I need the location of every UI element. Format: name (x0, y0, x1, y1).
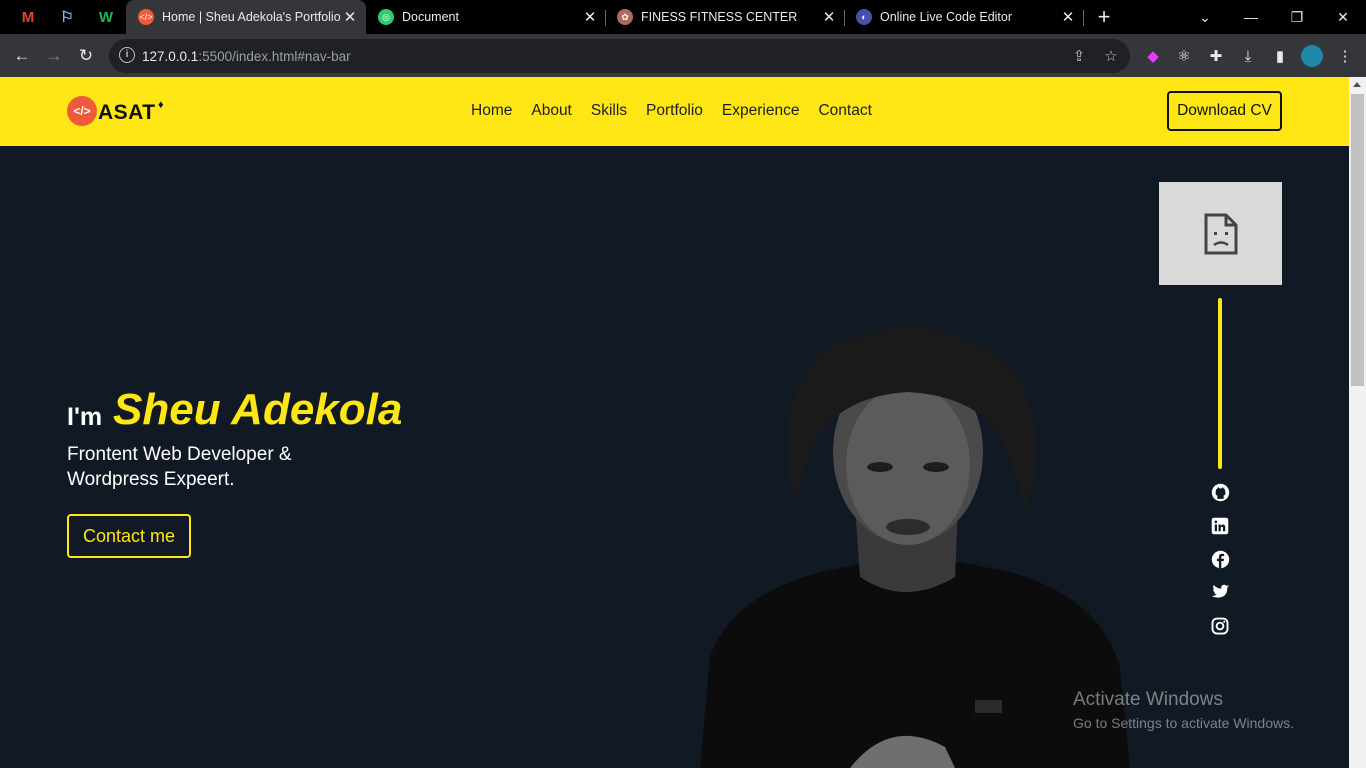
nav-link-contact[interactable]: Contact (818, 102, 871, 120)
twitter-icon[interactable] (1210, 582, 1230, 602)
tab-search-icon[interactable]: ⌄ (1182, 0, 1228, 34)
hero-subtitle: Frontent Web Developer & Wordpress Expee… (67, 444, 292, 490)
watermark-line2: Go to Settings to activate Windows. (1073, 715, 1294, 731)
close-tab-icon[interactable]: ✕ (819, 8, 839, 26)
broken-image-icon (1159, 182, 1282, 285)
tab-title: Document (402, 10, 459, 24)
tab-title: Home | Sheu Adekola's Portfolio (162, 10, 340, 24)
url-host: 127.0.0.1 (142, 49, 199, 64)
logo-code-icon[interactable]: </> (67, 96, 97, 126)
w-icon[interactable]: W (95, 7, 117, 27)
broken-file-icon (1204, 213, 1237, 254)
extensions-puzzle-icon[interactable]: ✚ (1206, 46, 1226, 66)
bookmark-star-icon[interactable]: ☆ (1102, 47, 1120, 65)
page-viewport: </> ASAT ♦ Home About Skills Portfolio E… (0, 77, 1349, 768)
logo-text[interactable]: ASAT (98, 101, 156, 125)
forward-icon[interactable]: → (40, 42, 68, 70)
tab-code-editor[interactable]: ◐ Online Live Code Editor ✕ (844, 0, 1084, 34)
nav-links: Home About Skills Portfolio Experience C… (471, 102, 891, 120)
watermark-line1: Activate Windows (1073, 689, 1223, 710)
tab-fitness[interactable]: ✿ FINESS FITNESS CENTER ✕ (605, 0, 845, 34)
contact-me-button[interactable]: Contact me (67, 514, 191, 558)
download-icon[interactable]: ⤓ (1238, 46, 1258, 66)
tab-title: FINESS FITNESS CENTER (641, 10, 798, 24)
download-cv-button[interactable]: Download CV (1167, 91, 1282, 131)
new-tab-button[interactable]: + (1082, 0, 1126, 34)
back-icon[interactable]: ← (8, 42, 36, 70)
social-divider-line (1218, 298, 1222, 469)
editor-favicon-icon: ◐ (856, 9, 872, 25)
browser-toolbar: ← → ↻ i 127.0.0.1:5500/index.html#nav-ba… (0, 34, 1366, 77)
logo-mark-icon: ♦ (158, 99, 164, 111)
color-extension-icon[interactable]: ◆ (1143, 46, 1163, 66)
scrollbar-thumb[interactable] (1351, 94, 1364, 386)
restore-icon[interactable]: ❐ (1274, 0, 1320, 34)
react-devtools-icon[interactable]: ⚛ (1174, 46, 1194, 66)
facebook-icon[interactable] (1210, 549, 1230, 569)
close-tab-icon[interactable]: ✕ (580, 8, 600, 26)
nav-link-portfolio[interactable]: Portfolio (646, 102, 703, 120)
gmail-icon[interactable]: M (17, 7, 39, 27)
nav-link-experience[interactable]: Experience (722, 102, 800, 120)
nav-link-home[interactable]: Home (471, 102, 512, 120)
reload-icon[interactable]: ↻ (72, 42, 100, 70)
codepen-favicon-icon: ◎ (378, 9, 394, 25)
browser-tab-strip: M ⚐ W </> Home | Sheu Adekola's Portfoli… (0, 0, 1366, 34)
side-panel-icon[interactable]: ▮ (1270, 46, 1290, 66)
instagram-icon[interactable] (1210, 616, 1230, 636)
fitness-favicon-icon: ✿ (617, 9, 633, 25)
code-favicon-icon: </> (138, 9, 154, 25)
linkedin-icon[interactable] (1210, 516, 1230, 536)
address-bar[interactable]: i 127.0.0.1:5500/index.html#nav-bar ⇪ ☆ (109, 39, 1130, 73)
site-info-icon[interactable]: i (119, 47, 135, 63)
close-tab-icon[interactable]: ✕ (340, 8, 360, 26)
url-path: :5500/index.html#nav-bar (198, 49, 351, 64)
scroll-up-arrow-icon[interactable] (1353, 82, 1361, 87)
nav-link-about[interactable]: About (531, 102, 572, 120)
windows-activation-watermark: Activate Windows Go to Settings to activ… (1073, 689, 1294, 731)
hero-intro: I'm (67, 403, 103, 431)
profile-avatar[interactable] (1301, 45, 1323, 67)
close-window-icon[interactable]: ✕ (1320, 0, 1366, 34)
tab-portfolio[interactable]: </> Home | Sheu Adekola's Portfolio ✕ (126, 0, 366, 34)
page-scrollbar[interactable] (1349, 77, 1366, 768)
site-navbar: </> ASAT ♦ Home About Skills Portfolio E… (0, 77, 1349, 146)
share-icon[interactable]: ⇪ (1070, 47, 1088, 65)
tab-document[interactable]: ◎ Document ✕ (366, 0, 606, 34)
hero-name: Sheu Adekola (113, 385, 403, 434)
url-text[interactable]: 127.0.0.1:5500/index.html#nav-bar (142, 49, 351, 64)
close-tab-icon[interactable]: ✕ (1058, 8, 1078, 26)
github-icon[interactable] (1210, 482, 1230, 502)
nav-link-skills[interactable]: Skills (591, 102, 627, 120)
flag-icon[interactable]: ⚐ (56, 7, 78, 27)
tab-title: Online Live Code Editor (880, 10, 1013, 24)
browser-menu-icon[interactable]: ⋮ (1335, 46, 1355, 66)
minimize-icon[interactable]: — (1228, 0, 1274, 34)
